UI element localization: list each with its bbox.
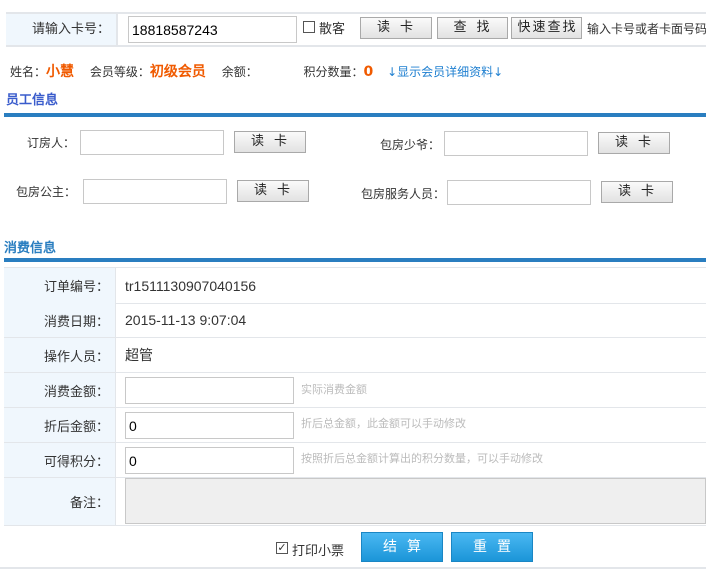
print-receipt-checkbox[interactable]: ✓: [276, 542, 288, 554]
discount-hint: 折后总金额，此金额可以手动修改: [301, 417, 466, 430]
discount-row: 折后金额： 折后总金额，此金额可以手动修改: [4, 408, 706, 443]
room-hostess-read-card-button[interactable]: 读卡: [237, 180, 309, 202]
amount-row: 消费金额： 实际消费金额: [4, 373, 706, 408]
checkout-button[interactable]: 结算: [361, 532, 443, 562]
level-label: 会员等级：: [89, 65, 150, 79]
consume-section-title: 消费信息: [4, 241, 57, 256]
search-button[interactable]: 查找: [437, 17, 508, 39]
show-details-link[interactable]: ↓显示会员详细资料↓: [387, 65, 503, 79]
room-waiter-input[interactable]: [444, 131, 588, 156]
points-row: 可得积分： 按照折后总金额计算出的积分数量，可以手动修改: [4, 443, 706, 478]
staff-divider: [4, 113, 706, 117]
operator-row: 操作人员： 超管: [4, 338, 706, 373]
earn-points-hint: 按照折后总金额计算出的积分数量，可以手动修改: [301, 452, 543, 465]
booker-label: 订房人：: [27, 136, 76, 150]
discount-input[interactable]: [125, 412, 294, 439]
reset-button[interactable]: 重置: [451, 532, 533, 562]
print-receipt-label: 打印小票: [292, 544, 345, 559]
order-number-label: 订单编号：: [4, 268, 116, 303]
room-hostess-input[interactable]: [83, 179, 227, 204]
operator-value: 超管: [125, 347, 153, 363]
name-label: 姓名：: [10, 65, 47, 79]
member-info: 姓名：小慧 会员等级：初级会员 余额： 积分数量：0 ↓显示会员详细资料↓: [10, 61, 503, 81]
remark-label: 备注：: [4, 478, 116, 525]
room-hostess-label: 包房公主：: [16, 185, 77, 199]
walk-in-label: 散客: [319, 22, 346, 37]
date-row: 消费日期： 2015-11-13 9:07:04: [4, 303, 706, 338]
balance-label: 余额：: [221, 65, 258, 79]
points-label: 积分数量：: [303, 65, 364, 79]
room-service-label: 包房服务人员：: [361, 187, 446, 201]
room-waiter-read-card-button[interactable]: 读卡: [598, 132, 670, 154]
amount-label: 消费金额：: [4, 373, 116, 407]
card-number-input[interactable]: [128, 16, 297, 43]
discount-label: 折后金额：: [4, 408, 116, 442]
points-value: 0: [363, 64, 374, 80]
earn-points-label: 可得积分：: [4, 443, 116, 477]
booker-read-card-button[interactable]: 读卡: [234, 131, 306, 153]
amount-hint: 实际消费金额: [301, 383, 367, 396]
date-value: 2015-11-13 9:07:04: [125, 312, 247, 328]
operator-label: 操作人员：: [4, 338, 116, 372]
card-hint: 输入卡号或者卡面号码: [587, 22, 706, 36]
booker-input[interactable]: [80, 130, 224, 155]
room-waiter-label: 包房少爷：: [380, 138, 441, 152]
room-service-read-card-button[interactable]: 读卡: [601, 181, 673, 203]
earn-points-input[interactable]: [125, 447, 294, 474]
remark-textarea[interactable]: [125, 478, 706, 524]
quick-search-button[interactable]: 快速查找: [511, 17, 582, 39]
walk-in-checkbox[interactable]: [303, 21, 315, 33]
member-name: 小慧: [46, 64, 75, 80]
staff-section-title: 员工信息: [6, 93, 59, 108]
remark-row: 备注：: [4, 478, 706, 526]
amount-input[interactable]: [125, 377, 294, 404]
order-number-value: tr1511130907040156: [125, 277, 257, 294]
member-level: 初级会员: [149, 64, 206, 80]
order-number-row: 订单编号： tr1511130907040156: [4, 267, 706, 304]
room-service-input[interactable]: [447, 180, 591, 205]
read-card-button[interactable]: 读卡: [360, 17, 432, 39]
card-number-label: 请输入卡号：: [6, 14, 118, 45]
consume-divider: [4, 258, 706, 262]
date-label: 消费日期：: [4, 303, 116, 337]
